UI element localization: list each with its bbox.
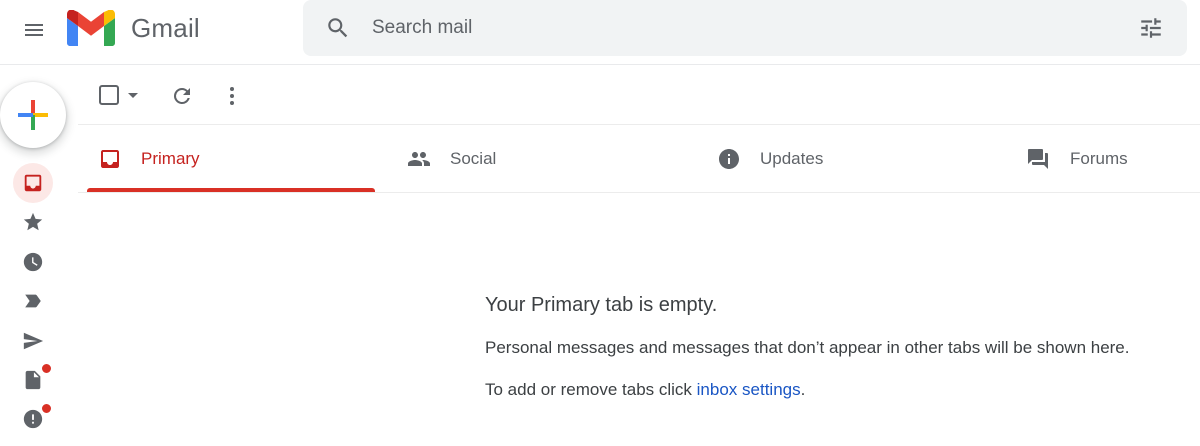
sidebar-item-starred[interactable] xyxy=(13,202,53,242)
empty-state-title: Your Primary tab is empty. xyxy=(485,294,718,316)
refresh-button[interactable] xyxy=(166,80,198,112)
draft-icon xyxy=(25,370,41,390)
inbox-icon xyxy=(101,150,119,168)
search-button[interactable] xyxy=(316,6,360,50)
gmail-m-logo xyxy=(67,10,115,46)
inbox-icon xyxy=(24,174,42,192)
sidebar-item-drafts[interactable] xyxy=(13,360,53,400)
more-vert-icon xyxy=(230,87,234,105)
empty-state-hint: To add or remove tabs click inbox settin… xyxy=(485,379,805,401)
label-icon xyxy=(25,294,41,308)
notification-dot xyxy=(41,363,52,374)
compose-button[interactable] xyxy=(0,82,66,148)
tab-label: Updates xyxy=(760,149,824,168)
hint-text: To add or remove tabs click xyxy=(485,380,697,399)
notification-dot xyxy=(41,403,52,414)
tab-forums[interactable]: Forums xyxy=(1015,125,1200,192)
tab-updates[interactable]: Updates xyxy=(705,125,995,192)
empty-state-description: Personal messages and messages that don’… xyxy=(485,338,1130,357)
active-tab-indicator xyxy=(87,188,375,192)
tab-social[interactable]: Social xyxy=(395,125,685,192)
sidebar-item-snoozed[interactable] xyxy=(13,242,53,282)
sidebar-item-inbox[interactable] xyxy=(13,163,53,203)
tune-filter-icon xyxy=(1141,18,1161,38)
forum-icon xyxy=(1028,149,1048,169)
tab-primary[interactable]: Primary xyxy=(87,125,375,192)
star-icon xyxy=(23,212,43,231)
gmail-logo[interactable] xyxy=(67,10,115,46)
info-icon xyxy=(719,149,739,169)
send-icon xyxy=(23,332,44,350)
caret-down-icon xyxy=(128,93,138,98)
hint-suffix: . xyxy=(800,380,806,399)
spam-icon xyxy=(23,409,43,429)
search-options-button[interactable] xyxy=(1129,6,1173,50)
tab-label: Forums xyxy=(1070,149,1128,168)
clock-icon xyxy=(23,252,43,272)
inbox-settings-link[interactable]: inbox settings xyxy=(697,380,801,399)
sidebar-item-spam[interactable] xyxy=(13,399,53,439)
tab-label: Social xyxy=(450,149,497,168)
sidebar-item-sent[interactable] xyxy=(13,321,53,361)
more-options-button[interactable] xyxy=(216,80,248,112)
tab-label: Primary xyxy=(141,149,200,168)
select-all-checkbox[interactable] xyxy=(98,84,120,106)
main-menu-button[interactable] xyxy=(12,8,56,52)
search-icon xyxy=(328,18,348,38)
brand-name: Gmail xyxy=(131,13,200,43)
search-input[interactable]: Search mail xyxy=(372,15,472,41)
plus-icon xyxy=(18,100,48,130)
hamburger-menu-icon xyxy=(25,24,43,36)
refresh-icon xyxy=(174,88,190,104)
checkbox-icon xyxy=(99,85,119,105)
select-options-dropdown[interactable] xyxy=(124,85,142,105)
sidebar-item-important[interactable] xyxy=(13,281,53,321)
people-icon xyxy=(408,152,430,166)
